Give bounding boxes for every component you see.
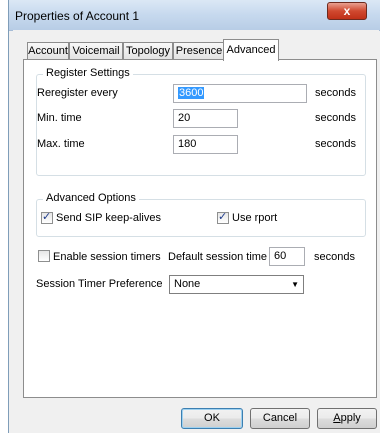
session-timers-checkbox[interactable] [38, 250, 50, 262]
default-session-time-unit: seconds [314, 251, 355, 263]
tab-account-label: Account [28, 45, 68, 57]
tab-voicemail-label: Voicemail [72, 45, 120, 57]
rport-checkbox[interactable]: ✓ [217, 211, 229, 224]
title-bar[interactable]: Properties of Account 1 x [9, 0, 380, 31]
ok-button[interactable]: OK [181, 408, 243, 429]
tab-presence[interactable]: Presence [173, 42, 225, 59]
apply-button[interactable]: Apply [317, 408, 377, 429]
min-time-value: 20 [178, 112, 191, 124]
tab-topology-label: Topology [125, 45, 171, 57]
default-session-time-input[interactable]: 60 [269, 247, 305, 266]
cancel-label: Cancel [262, 412, 298, 424]
default-session-time-label: Default session time [168, 251, 268, 263]
reregister-label: Reregister every [37, 87, 118, 99]
min-time-unit: seconds [315, 112, 356, 124]
session-timer-preference-select[interactable]: None ▼ [169, 275, 304, 294]
keepalive-checkbox[interactable]: ✓ [41, 211, 53, 224]
max-time-label: Max. time [37, 138, 85, 150]
apply-mnemonic: A [333, 412, 341, 424]
min-time-label: Min. time [37, 112, 82, 124]
tab-topology[interactable]: Topology [123, 42, 173, 59]
advanced-options-title: Advanced Options [43, 192, 139, 204]
reregister-input[interactable]: 3600 [173, 84, 307, 103]
advanced-options-group: Advanced Options ✓ Send SIP keep-alives … [36, 192, 366, 237]
reregister-value: 3600 [178, 87, 205, 99]
advanced-panel: Register Settings Reregister every 3600 … [23, 59, 377, 398]
tab-advanced-label: Advanced [226, 44, 276, 56]
register-settings-group: Register Settings Reregister every 3600 … [36, 67, 366, 176]
session-timers-label: Enable session timers [53, 251, 161, 263]
default-session-time-value: 60 [274, 250, 287, 262]
register-settings-title: Register Settings [43, 67, 133, 79]
reregister-unit: seconds [315, 87, 356, 99]
check-icon: ✓ [218, 211, 228, 223]
window-title: Properties of Account 1 [15, 9, 140, 23]
max-time-value: 180 [178, 138, 197, 150]
check-icon: ✓ [42, 211, 52, 223]
rport-label: Use rport [232, 212, 278, 224]
close-icon: x [343, 4, 351, 18]
tab-presence-label: Presence [175, 45, 223, 57]
min-time-input[interactable]: 20 [173, 109, 238, 128]
properties-dialog: Properties of Account 1 x Account Voicem… [8, 0, 380, 433]
tab-advanced[interactable]: Advanced [223, 39, 279, 61]
max-time-input[interactable]: 180 [173, 135, 238, 154]
cancel-button[interactable]: Cancel [250, 408, 310, 429]
keepalive-label: Send SIP keep-alives [56, 212, 161, 224]
ok-label: OK [204, 412, 220, 424]
close-button[interactable]: x [327, 2, 367, 20]
session-timer-preference-value: None [174, 278, 201, 290]
tab-account[interactable]: Account [27, 42, 69, 59]
session-timer-preference-label: Session Timer Preference [36, 278, 163, 290]
max-time-unit: seconds [315, 138, 356, 150]
chevron-down-icon: ▼ [291, 280, 299, 289]
dialog-content: Account Voicemail Topology Presence Adva… [13, 30, 379, 433]
tab-voicemail[interactable]: Voicemail [69, 42, 123, 59]
apply-label: pply [340, 412, 361, 424]
